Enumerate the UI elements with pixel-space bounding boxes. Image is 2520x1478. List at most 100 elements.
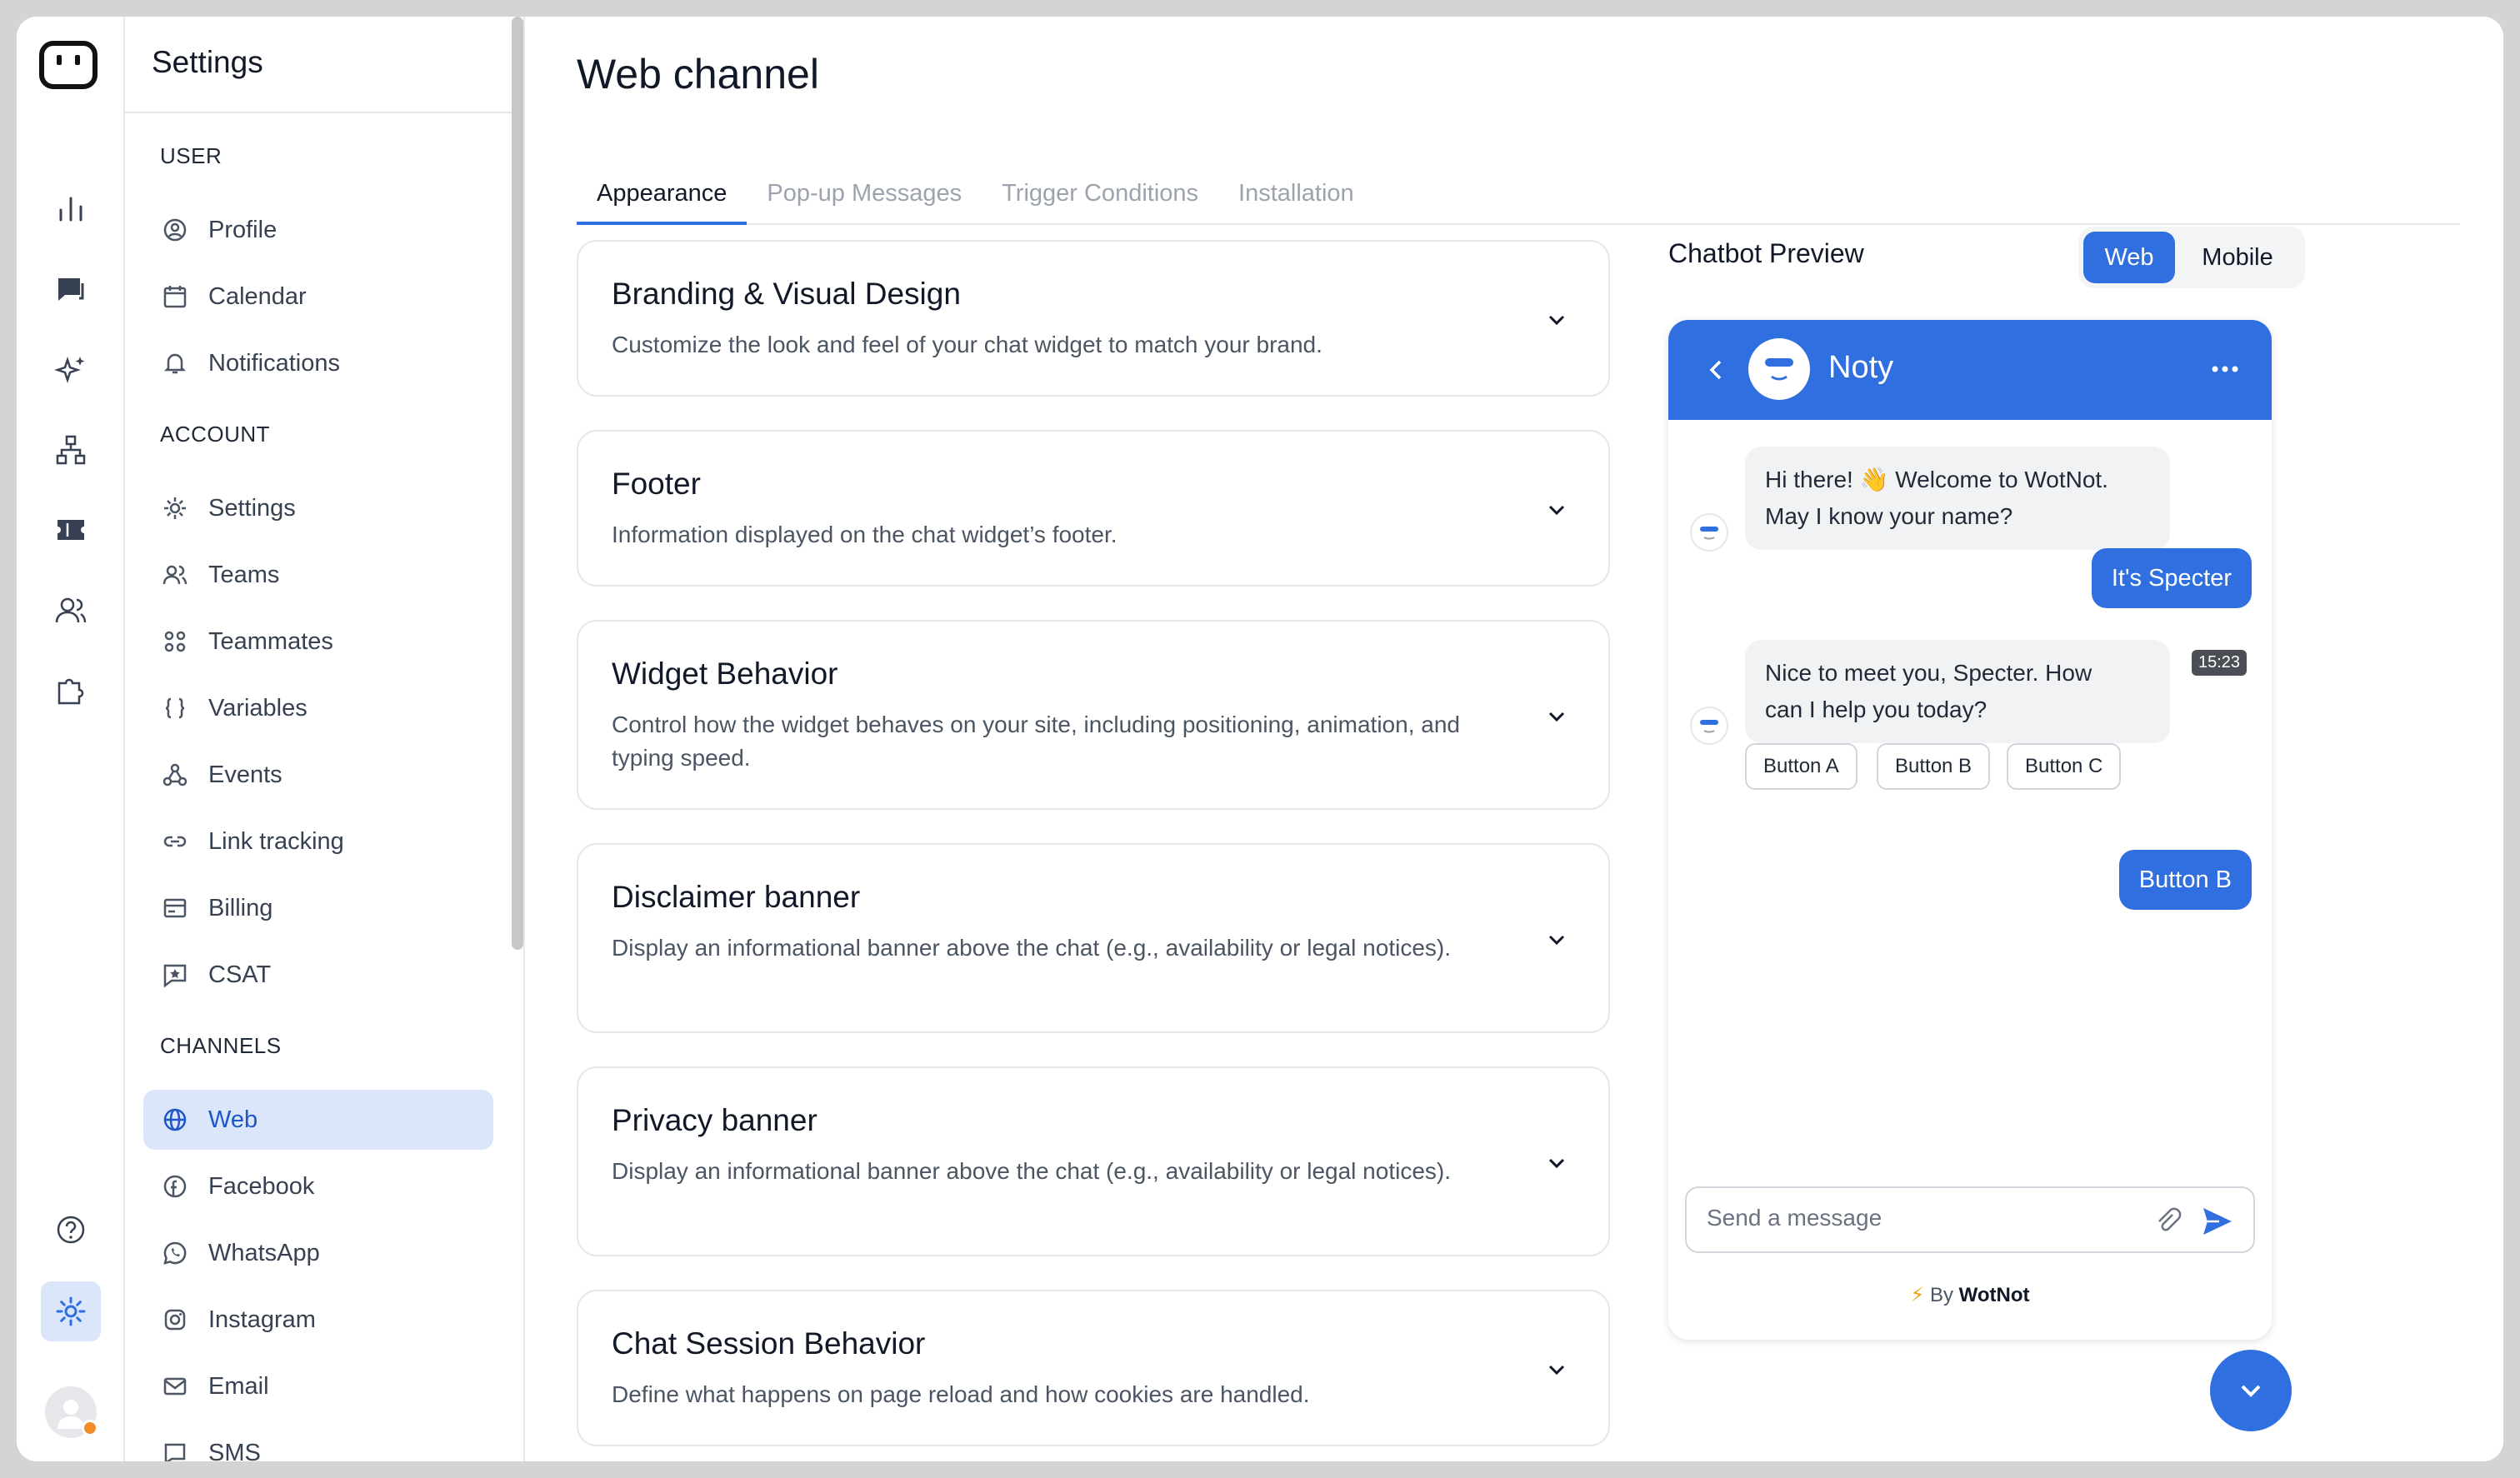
- facebook-icon: [163, 1175, 187, 1198]
- chevron-down-icon[interactable]: [1543, 703, 1570, 730]
- user-avatar[interactable]: [45, 1386, 98, 1438]
- icon-rail: [17, 17, 125, 1461]
- message-timestamp: 15:23: [2192, 650, 2248, 676]
- chevron-down-icon[interactable]: [1543, 1150, 1570, 1176]
- sidebar-item-facebook[interactable]: Facebook: [143, 1156, 493, 1216]
- link-icon: [163, 836, 187, 847]
- sidebar-item-whatsapp[interactable]: WhatsApp: [143, 1223, 493, 1283]
- message-line: Hi there! 👋 Welcome to WotNot.: [1765, 467, 2108, 492]
- sidebar-item-label: Events: [208, 761, 282, 788]
- card-title: Footer: [612, 467, 701, 501]
- chevron-down-icon[interactable]: [1543, 497, 1570, 523]
- integrations-puzzle-icon[interactable]: [41, 660, 101, 720]
- sidebar-item-calendar[interactable]: Calendar: [143, 267, 493, 327]
- ai-sparkle-icon[interactable]: [41, 340, 101, 400]
- sidebar-item-csat[interactable]: CSAT: [143, 945, 493, 1005]
- brand-name[interactable]: WotNot: [1959, 1284, 2030, 1306]
- card-title: Privacy banner: [612, 1103, 818, 1137]
- tab-popup-messages[interactable]: Pop-up Messages: [747, 158, 982, 225]
- quick-reply-button-b[interactable]: Button B: [1877, 743, 1991, 790]
- card-desc: Define what happens on page reload and h…: [612, 1381, 1310, 1407]
- sidebar-item-teammates[interactable]: Teammates: [143, 612, 493, 672]
- powered-by-text: By: [1929, 1284, 1953, 1306]
- bot-message: Hi there! 👋 Welcome to WotNot. May I kno…: [1745, 447, 2170, 550]
- chat-icon[interactable]: [41, 260, 101, 320]
- message-line: Nice to meet you, Specter. How: [1765, 660, 2092, 686]
- settings-gear-icon[interactable]: [41, 1281, 101, 1341]
- bot-mini-avatar: [1690, 707, 1728, 745]
- analytics-icon[interactable]: [41, 178, 101, 238]
- accordion-privacy-banner[interactable]: Privacy banner Display an informational …: [577, 1066, 1610, 1256]
- sidebar-item-billing[interactable]: Billing: [143, 878, 493, 938]
- chat-header: Noty: [1668, 320, 2272, 420]
- contacts-icon[interactable]: [41, 580, 101, 640]
- powered-by: ⚡ By WotNot: [1668, 1283, 2272, 1307]
- accordion-widget-behavior[interactable]: Widget Behavior Control how the widget b…: [577, 620, 1610, 810]
- sidebar-item-link-tracking[interactable]: Link tracking: [143, 811, 493, 871]
- flow-icon[interactable]: [41, 420, 101, 480]
- help-icon[interactable]: [41, 1200, 101, 1260]
- sidebar-title: Settings: [125, 17, 523, 113]
- sidebar-item-email[interactable]: Email: [143, 1356, 493, 1416]
- email-icon: [163, 1377, 187, 1396]
- sidebar-item-label: SMS: [208, 1439, 261, 1462]
- sidebar-item-label: CSAT: [208, 961, 272, 988]
- tab-appearance[interactable]: Appearance: [577, 158, 748, 225]
- sidebar-scrollbar[interactable]: [512, 17, 523, 950]
- sidebar-item-sms[interactable]: SMS: [143, 1423, 493, 1461]
- sidebar-item-variables[interactable]: Variables: [143, 678, 493, 738]
- calendar-icon: [163, 286, 187, 308]
- preview-device-toggle: Web Mobile: [2078, 227, 2305, 288]
- back-arrow-icon[interactable]: [1702, 355, 1732, 385]
- globe-icon: [163, 1108, 187, 1131]
- tab-installation[interactable]: Installation: [1218, 158, 1374, 225]
- sidebar-item-notifications[interactable]: Notifications: [143, 333, 493, 393]
- accordion-chat-session-behavior[interactable]: Chat Session Behavior Define what happen…: [577, 1290, 1610, 1446]
- sidebar-item-label: Email: [208, 1372, 269, 1400]
- events-icon: [162, 763, 188, 786]
- toggle-web[interactable]: Web: [2083, 232, 2175, 283]
- sms-icon: [164, 1443, 186, 1461]
- sidebar-item-web[interactable]: Web: [143, 1090, 493, 1150]
- scroll-down-button[interactable]: [2210, 1350, 2292, 1431]
- main-content: Web channel Appearance Pop-up Messages T…: [525, 17, 2503, 1461]
- send-icon[interactable]: [2198, 1203, 2235, 1240]
- card-desc: Display an informational banner above th…: [612, 935, 1452, 961]
- quick-reply-button-a[interactable]: Button A: [1745, 743, 1858, 790]
- teammates-icon: [164, 631, 186, 652]
- logo-icon[interactable]: [38, 40, 98, 90]
- sidebar-item-teams[interactable]: Teams: [143, 545, 493, 605]
- ticket-icon[interactable]: [41, 500, 101, 560]
- bot-face-icon: [1700, 527, 1718, 540]
- bot-name: Noty: [1828, 350, 1894, 385]
- accordion-footer[interactable]: Footer Information displayed on the chat…: [577, 430, 1610, 587]
- message-line: May I know your name?: [1765, 503, 2013, 529]
- instagram-icon: [164, 1309, 186, 1331]
- toggle-mobile[interactable]: Mobile: [2175, 232, 2300, 283]
- card-title: Chat Session Behavior: [612, 1326, 926, 1361]
- bot-avatar: [1748, 338, 1810, 400]
- csat-star-icon: [163, 964, 187, 988]
- chevron-down-icon[interactable]: [1543, 926, 1570, 953]
- quick-reply-button-c[interactable]: Button C: [2007, 743, 2122, 790]
- sidebar-item-profile[interactable]: Profile: [143, 200, 493, 260]
- page-title: Web channel: [577, 51, 819, 97]
- sidebar-item-events[interactable]: Events: [143, 745, 493, 805]
- bell-icon: [163, 353, 187, 374]
- message-input[interactable]: Send a message: [1707, 1205, 1882, 1231]
- chevron-down-icon[interactable]: [1543, 307, 1570, 333]
- chevron-down-icon[interactable]: [1543, 1356, 1570, 1383]
- sidebar-item-settings[interactable]: Settings: [143, 478, 493, 538]
- section-label-account: ACCOUNT: [160, 422, 271, 447]
- sidebar-item-label: Variables: [208, 694, 308, 722]
- bolt-icon: ⚡: [1910, 1284, 1925, 1306]
- tab-trigger-conditions[interactable]: Trigger Conditions: [982, 158, 1218, 225]
- status-dot: [82, 1420, 98, 1436]
- more-options-icon[interactable]: [2208, 357, 2242, 382]
- sidebar-item-label: Teams: [208, 561, 280, 588]
- attachment-icon[interactable]: [2150, 1203, 2183, 1236]
- accordion-branding[interactable]: Branding & Visual Design Customize the l…: [577, 240, 1610, 397]
- accordion-disclaimer-banner[interactable]: Disclaimer banner Display an information…: [577, 843, 1610, 1033]
- sidebar-item-instagram[interactable]: Instagram: [143, 1290, 493, 1350]
- card-desc: Customize the look and feel of your chat…: [612, 332, 1322, 357]
